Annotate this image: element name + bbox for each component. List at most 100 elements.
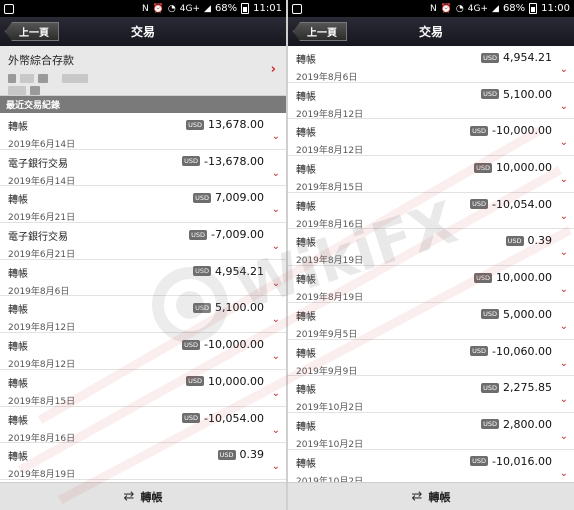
- currency-badge: USD: [470, 125, 489, 136]
- transaction-amount: 10,000.00: [208, 374, 264, 388]
- chevron-down-icon[interactable]: ⌄: [560, 431, 568, 442]
- transaction-date: 2019年9月9日: [296, 366, 358, 377]
- transaction-row[interactable]: 電子銀行交易 2019年6月14日 USD -13,678.00 ⌄: [0, 150, 286, 187]
- chevron-down-icon[interactable]: ⌄: [272, 204, 280, 215]
- transaction-amount: -10,016.00: [492, 454, 552, 468]
- chevron-down-icon[interactable]: ⌄: [272, 388, 280, 399]
- wifi-icon: ◔: [167, 3, 176, 14]
- transaction-amount: 2,275.85: [503, 381, 552, 395]
- chevron-down-icon[interactable]: ⌄: [560, 64, 568, 75]
- transaction-row[interactable]: 轉帳 2019年8月16日 USD -10,054.00 ⌄: [0, 407, 286, 444]
- currency-badge: USD: [481, 309, 500, 320]
- back-button[interactable]: 上一頁: [293, 22, 347, 41]
- transaction-amount: 4,954.21: [503, 51, 552, 64]
- transaction-date: 2019年8月16日: [8, 433, 76, 444]
- nfc-icon: N: [429, 3, 437, 14]
- notification-icon: [4, 3, 14, 14]
- transaction-date: 2019年8月6日: [296, 73, 358, 83]
- transaction-list: 轉帳 2019年8月6日 USD 4,954.21 ⌄ 轉帳 2019年8月12日 USD 5,…: [288, 46, 574, 487]
- transaction-amount: 4,954.21: [215, 264, 264, 278]
- chevron-down-icon[interactable]: ⌄: [560, 321, 568, 332]
- transaction-row[interactable]: 轉帳 2019年8月12日 USD -10,000.00 ⌄: [0, 333, 286, 370]
- transaction-row[interactable]: 轉帳 2019年8月6日 USD 4,954.21 ⌄: [0, 260, 286, 297]
- transaction-row[interactable]: 轉帳 2019年8月12日 USD 5,100.00 ⌄: [288, 83, 574, 120]
- transaction-row[interactable]: 轉帳 2019年8月15日 USD 10,000.00 ⌄: [288, 156, 574, 193]
- currency-badge: USD: [481, 382, 500, 393]
- transaction-row[interactable]: 轉帳 2019年8月19日 USD 0.39 ⌄: [288, 229, 574, 266]
- status-bar: N ⏰ ◔ 4G+ ◢ 68% 11:01: [0, 0, 286, 17]
- chevron-down-icon[interactable]: ⌄: [272, 131, 280, 142]
- chevron-down-icon[interactable]: ⌄: [560, 137, 568, 148]
- chevron-down-icon[interactable]: ⌄: [560, 174, 568, 185]
- navbar: 上一頁 交易: [0, 17, 286, 46]
- page-title: 交易: [130, 25, 155, 39]
- currency-badge: USD: [505, 235, 524, 246]
- transaction-date: 2019年8月12日: [8, 323, 76, 334]
- currency-badge: USD: [193, 302, 212, 313]
- chevron-down-icon[interactable]: ⌄: [272, 314, 280, 325]
- transaction-row[interactable]: 轉帳 2019年9月5日 USD 5,000.00 ⌄: [288, 303, 574, 340]
- transaction-list: 轉帳 2019年6月14日 USD 13,678.00 ⌄ 電子銀行交易 2019年6月14…: [0, 113, 286, 480]
- chevron-down-icon[interactable]: ⌄: [272, 168, 280, 179]
- currency-badge: USD: [481, 89, 500, 100]
- transaction-date: 2019年6月14日: [8, 140, 76, 150]
- battery-icon: [529, 3, 538, 14]
- page-title: 交易: [418, 25, 443, 39]
- chevron-down-icon[interactable]: ⌄: [560, 358, 568, 369]
- transaction-amount: -10,000.00: [204, 338, 264, 352]
- chevron-down-icon[interactable]: ⌄: [272, 425, 280, 436]
- currency-badge: USD: [193, 266, 212, 277]
- transaction-amount: 5,100.00: [215, 301, 264, 315]
- transaction-row[interactable]: 轉帳 2019年8月15日 USD 10,000.00 ⌄: [0, 370, 286, 407]
- transaction-row[interactable]: 電子銀行交易 2019年6月21日 USD -7,009.00 ⌄: [0, 223, 286, 260]
- transaction-amount: -13,678.00: [204, 154, 264, 168]
- chevron-down-icon[interactable]: ⌄: [560, 247, 568, 258]
- transaction-amount: 5,100.00: [503, 87, 552, 101]
- chevron-down-icon[interactable]: ⌄: [272, 241, 280, 252]
- chevron-down-icon[interactable]: ⌄: [560, 394, 568, 405]
- transaction-date: 2019年6月21日: [8, 250, 76, 261]
- chevron-down-icon[interactable]: ⌄: [272, 278, 280, 289]
- back-button[interactable]: 上一頁: [5, 22, 59, 41]
- transaction-amount: -7,009.00: [211, 228, 264, 242]
- transaction-row[interactable]: 轉帳 2019年8月6日 USD 4,954.21 ⌄: [288, 46, 574, 83]
- chevron-down-icon[interactable]: ⌄: [272, 351, 280, 362]
- chevron-down-icon[interactable]: ⌄: [560, 101, 568, 112]
- transaction-amount: -10,000.00: [492, 124, 552, 138]
- transaction-row[interactable]: 轉帳 2019年6月14日 USD 13,678.00 ⌄: [0, 113, 286, 150]
- transaction-amount: 7,009.00: [215, 191, 264, 205]
- transaction-row[interactable]: 轉帳 2019年6月21日 USD 7,009.00 ⌄: [0, 186, 286, 223]
- currency-badge: USD: [193, 192, 212, 203]
- transaction-row[interactable]: 轉帳 2019年8月16日 USD -10,054.00 ⌄: [288, 193, 574, 230]
- transaction-row[interactable]: 轉帳2019年10月2日USD-10,016.00⌄: [288, 450, 574, 487]
- account-card[interactable]: 外幣綜合存款 ›: [0, 46, 286, 96]
- chevron-down-icon[interactable]: ⌄: [560, 468, 568, 479]
- swap-arrows-icon: ⇄: [411, 489, 423, 504]
- transaction-row[interactable]: 轉帳 2019年8月12日 USD 5,100.00 ⌄: [0, 296, 286, 333]
- transaction-date: 2019年10月2日: [296, 439, 364, 450]
- chevron-down-icon[interactable]: ⌄: [560, 284, 568, 295]
- transfer-button[interactable]: ⇄ 轉帳: [0, 482, 286, 510]
- transaction-date: 2019年10月2日: [296, 403, 364, 414]
- chevron-down-icon[interactable]: ⌄: [272, 461, 280, 472]
- transaction-row[interactable]: 轉帳 2019年10月2日 USD 2,275.85 ⌄: [288, 376, 574, 413]
- transaction-row[interactable]: 轉帳 2019年9月9日 USD -10,060.00 ⌄: [288, 340, 574, 377]
- transaction-row[interactable]: 轉帳 2019年10月2日 USD 2,800.00 ⌄: [288, 413, 574, 450]
- transaction-row[interactable]: 轉帳 2019年8月19日 USD 0.39 ⌄: [0, 443, 286, 480]
- transaction-row[interactable]: 轉帳 2019年8月12日 USD -10,000.00 ⌄: [288, 119, 574, 156]
- transaction-date: 2019年8月16日: [296, 219, 364, 230]
- transaction-amount: 0.39: [527, 234, 553, 248]
- transfer-button[interactable]: ⇄ 轉帳: [288, 482, 574, 510]
- currency-badge: USD: [474, 162, 493, 173]
- currency-badge: USD: [186, 376, 205, 387]
- transaction-amount: -10,054.00: [204, 411, 264, 425]
- currency-badge: USD: [182, 156, 201, 167]
- transaction-date: 2019年8月12日: [296, 109, 364, 120]
- navbar: 上一頁 交易: [288, 17, 574, 46]
- transaction-row[interactable]: 轉帳 2019年8月19日 USD 10,000.00 ⌄: [288, 266, 574, 303]
- transaction-amount: 10,000.00: [496, 161, 552, 175]
- transaction-amount: -10,054.00: [492, 197, 552, 211]
- nfc-icon: N: [141, 3, 149, 14]
- notification-icon: [292, 3, 302, 14]
- chevron-down-icon[interactable]: ⌄: [560, 211, 568, 222]
